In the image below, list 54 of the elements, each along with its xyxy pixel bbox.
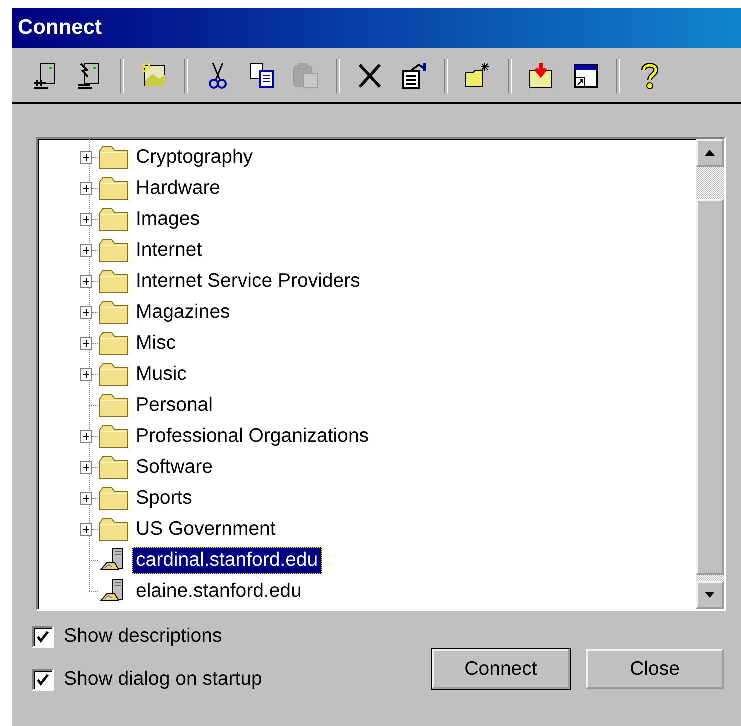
expand-icon[interactable]	[80, 182, 92, 195]
expand-icon[interactable]	[80, 151, 92, 164]
host-item[interactable]: elaine.stanford.edu	[132, 578, 306, 605]
folder-item[interactable]: Misc	[132, 330, 180, 357]
host-item[interactable]: cardinal.stanford.edu	[132, 547, 322, 574]
folder-item[interactable]: Sports	[132, 485, 196, 512]
folder-icon	[99, 300, 129, 324]
expand-icon[interactable]	[80, 430, 92, 443]
expand-icon[interactable]	[80, 461, 92, 474]
folder-item[interactable]: Cryptography	[132, 144, 258, 171]
folder-icon	[99, 238, 129, 262]
expand-icon[interactable]	[80, 523, 92, 536]
folder-item[interactable]: Internet	[132, 237, 206, 264]
folder-icon	[99, 394, 129, 418]
expand-icon[interactable]	[80, 306, 92, 319]
folder-icon	[99, 332, 129, 356]
expand-icon[interactable]	[80, 244, 92, 257]
checkbox-label: Show descriptions	[64, 625, 222, 648]
folder-item[interactable]: Images	[132, 206, 204, 233]
folder-item[interactable]: Hardware	[132, 175, 225, 202]
checkbox-label: Show dialog on startup	[64, 668, 262, 691]
folder-icon	[99, 146, 129, 170]
folder-item[interactable]: Music	[132, 361, 191, 388]
properties-icon[interactable]	[399, 61, 429, 91]
folder-item[interactable]: Magazines	[132, 299, 234, 326]
checkmark-icon	[36, 630, 50, 644]
folder-icon	[99, 424, 129, 448]
up-arrow-icon[interactable]	[705, 150, 715, 156]
folder-icon	[99, 208, 129, 232]
dialog-button[interactable]: Close	[586, 649, 724, 689]
expand-icon[interactable]	[80, 275, 92, 288]
expand-icon[interactable]	[80, 213, 92, 226]
folder-item[interactable]: Software	[132, 454, 217, 481]
folder-item[interactable]: Personal	[132, 392, 217, 419]
checkmark-icon	[36, 672, 50, 686]
expand-icon[interactable]	[80, 492, 92, 505]
scrollbar[interactable]	[696, 139, 724, 609]
folder-item[interactable]: Professional Organizations	[132, 423, 374, 450]
expand-icon[interactable]	[80, 337, 92, 350]
folder-item[interactable]: Internet Service Providers	[132, 268, 364, 295]
window-title: Connect	[17, 15, 103, 40]
folder-icon	[99, 518, 129, 542]
expand-icon[interactable]	[80, 368, 92, 381]
window-shortcut-icon[interactable]	[571, 61, 601, 91]
folder-icon	[99, 176, 129, 200]
checkbox[interactable]	[32, 668, 54, 690]
down-arrow-icon[interactable]	[705, 592, 715, 598]
folder-icon	[99, 456, 129, 480]
folder-icon	[99, 486, 129, 510]
folder-item[interactable]: US Government	[132, 516, 280, 543]
checkbox[interactable]	[32, 626, 54, 648]
dialog-button[interactable]: Connect	[432, 649, 570, 689]
folder-icon	[99, 270, 129, 294]
folder-icon	[99, 362, 129, 386]
